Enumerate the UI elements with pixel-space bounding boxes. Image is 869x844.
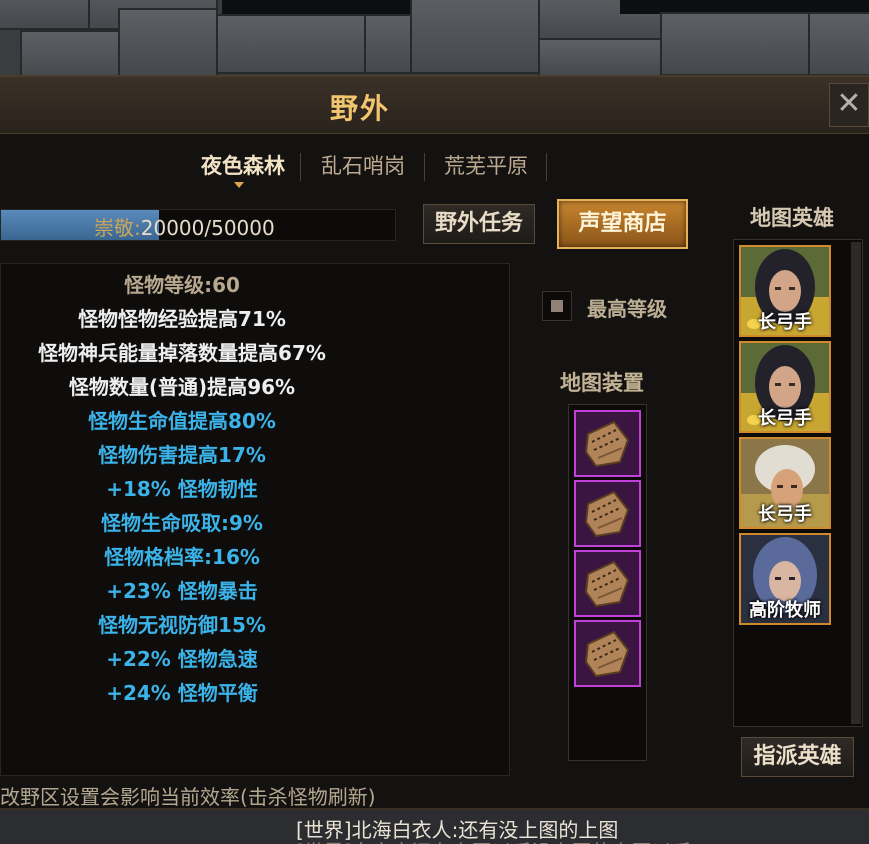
device-slot[interactable] <box>574 410 641 477</box>
hero-card[interactable]: 长弓手 <box>739 245 831 337</box>
max-level-checkbox[interactable] <box>542 291 572 321</box>
assign-hero-button[interactable]: 指派英雄 <box>741 737 854 777</box>
stat-line: +23% 怪物暴击 <box>106 579 258 603</box>
active-tab-indicator <box>234 182 244 188</box>
reputation-text: 崇敬:20000/50000 <box>94 212 275 241</box>
stat-line: 怪物格档率:16% <box>104 545 260 569</box>
stat-line: 怪物生命吸取:9% <box>101 511 263 535</box>
stat-line: 怪物神兵能量掉落数量提高67% <box>38 341 326 365</box>
efficiency-note: 改野区设置会影响当前效率(击杀怪物刷新) <box>0 785 376 809</box>
hero-list-scrollbar[interactable] <box>851 242 861 724</box>
leather-scroll-icon <box>584 420 630 468</box>
tab-divider <box>300 153 301 181</box>
field-panel: 野外 ✕ 夜色森林 乱石哨岗 荒芜平原 崇敬:20000/50000 野外任务 … <box>0 75 869 810</box>
stat-line: 怪物伤害提高17% <box>98 443 266 467</box>
background-wall <box>0 0 869 75</box>
monster-level: 怪物等级:60 <box>124 273 240 297</box>
reputation-bar: 崇敬:20000/50000 <box>0 209 396 241</box>
hero-card[interactable]: 长弓手 <box>739 437 831 529</box>
tab-night-forest[interactable]: 夜色森林 <box>188 149 298 183</box>
map-heroes-title: 地图英雄 <box>750 206 834 230</box>
stat-line: 怪物怪物经验提高71% <box>78 307 286 331</box>
device-slot[interactable] <box>574 620 641 687</box>
device-slot[interactable] <box>574 550 641 617</box>
close-button[interactable]: ✕ <box>829 83 869 127</box>
tab-divider <box>424 153 425 181</box>
hero-name: 长弓手 <box>758 312 812 333</box>
stat-line: +22% 怪物急速 <box>106 647 258 671</box>
monster-stats-box: 怪物等级:60 怪物怪物经验提高71% 怪物神兵能量掉落数量提高67% 怪物数量… <box>0 263 510 776</box>
map-devices-title: 地图装置 <box>560 371 644 395</box>
hero-name: 高阶牧师 <box>749 600 821 621</box>
tab-rock-outpost[interactable]: 乱石哨岗 <box>306 149 420 183</box>
map-heroes-column: 长弓手 长弓手 长弓手 高阶牧师 <box>733 239 863 727</box>
reputation-value: 20000/50000 <box>140 216 275 240</box>
title-bar: 野外 <box>0 77 869 134</box>
reputation-label: 崇敬: <box>94 216 141 240</box>
hero-name: 长弓手 <box>758 504 812 525</box>
device-slot[interactable] <box>574 480 641 547</box>
stat-line: +24% 怪物平衡 <box>106 681 258 705</box>
stat-line: 怪物数量(普通)提高96% <box>68 375 296 399</box>
field-tasks-button[interactable]: 野外任务 <box>423 204 535 244</box>
checkbox-mark <box>551 300 563 312</box>
reputation-shop-button[interactable]: 声望商店 <box>557 199 688 249</box>
stat-line: +18% 怪物韧性 <box>106 477 258 501</box>
map-devices-column <box>568 404 647 761</box>
leather-scroll-icon <box>584 560 630 608</box>
hero-name: 长弓手 <box>758 408 812 429</box>
hero-card[interactable]: 长弓手 <box>739 341 831 433</box>
stat-line: 怪物生命值提高80% <box>88 409 276 433</box>
stat-line: 怪物无视防御15% <box>98 613 266 637</box>
tab-barren-plain[interactable]: 荒芜平原 <box>428 149 544 183</box>
leather-scroll-icon <box>584 490 630 538</box>
leather-scroll-icon <box>584 630 630 678</box>
hero-card[interactable]: 高阶牧师 <box>739 533 831 625</box>
tab-divider <box>546 153 547 181</box>
window-title: 野外 <box>329 92 390 125</box>
max-level-label: 最高等级 <box>587 297 667 321</box>
